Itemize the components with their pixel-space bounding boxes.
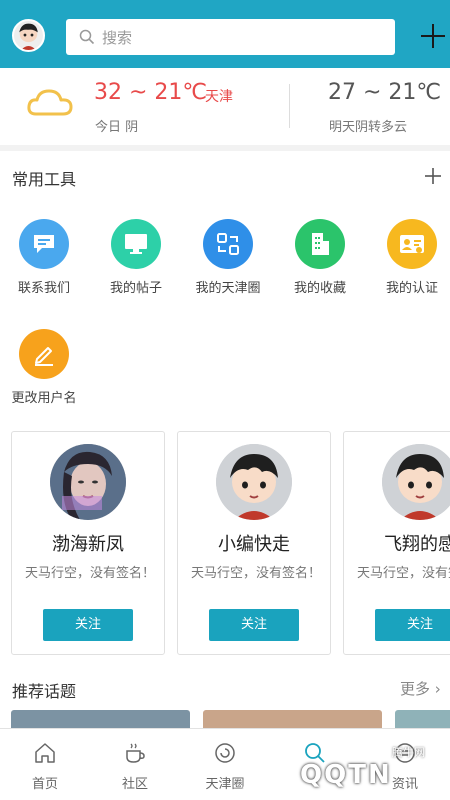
weather-panel[interactable]: 32 ~ 21℃ 天津 今日 阴 27 ~ 21℃ 明天阴转多云 [0,68,450,145]
city-label: 天津 [205,89,233,105]
recommended-users: 渤海新凤 天马行空，没有签名！ 关注 小编快走 天马行空，没有签名！ 关注 飞翔… [0,422,450,668]
topics-title: 推荐话题 [12,682,77,701]
tool-label: 我的帖子 [109,281,162,296]
tools-title: 常用工具 [12,170,77,189]
add-plus-icon[interactable] [418,21,448,51]
refresh-circle-icon [215,743,235,763]
follow-button[interactable]: 关注 [43,609,133,641]
watermark-small: 腾牛网 [392,746,425,759]
topic-thumbnail[interactable] [395,710,450,728]
tomorrow-temperature: 27 ~ 21℃ [328,80,442,105]
user-signature: 天马行空，没有签名！ [357,566,450,581]
cup-icon [126,743,145,763]
user-avatar[interactable] [12,19,45,52]
user-card[interactable]: 渤海新凤 天马行空，没有签名！ 关注 [11,431,165,655]
nav-label: 社区 [121,777,148,792]
tool-label: 我的认证 [385,281,438,296]
topic-thumbnail[interactable] [203,710,382,728]
circle-refresh-icon [203,219,253,269]
chevron-right-icon: › [430,680,441,698]
recommended-topics: 推荐话题 更多 › [0,668,450,728]
nav-community[interactable]: 社区 [90,729,180,800]
user-signature: 天马行空，没有签名！ [191,566,322,581]
watermark-text: QQTN [300,760,392,790]
more-label: 更多 [400,680,431,698]
pencil-icon [19,329,69,379]
topics-more-link[interactable]: 更多 › [400,678,441,699]
nav-label: 首页 [31,777,58,792]
cloud-icon [27,89,73,116]
chat-icon [19,219,69,269]
nav-home[interactable]: 首页 [0,729,90,800]
today-weather-label: 今日 阴 [95,120,139,135]
tool-label: 联系我们 [17,281,70,296]
tool-change-username[interactable]: 更改用户名 [2,329,86,429]
common-tools-section: 常用工具 联系我们 我的帖子 我的天津圈 我的收藏 我的认证 更改用户名 [0,151,450,422]
tools-add-icon[interactable] [424,167,442,185]
weather-divider [289,84,290,128]
user-card[interactable]: 小编快走 天马行空，没有签名！ 关注 [177,431,331,655]
tool-label: 我的收藏 [293,281,346,296]
tool-my-favorites[interactable]: 我的收藏 [278,219,362,319]
cartoon-avatar [216,444,292,520]
follow-button[interactable]: 关注 [375,609,450,641]
follow-button[interactable]: 关注 [209,609,299,641]
cartoon-avatar-icon [14,21,43,50]
user-name: 小编快走 [218,534,290,555]
tool-label: 更改用户名 [11,391,77,406]
home-icon [35,743,55,763]
tool-contact-us[interactable]: 联系我们 [2,219,86,319]
search-icon [79,29,95,45]
monitor-icon [111,219,161,269]
photo-avatar [50,444,126,520]
topic-thumbnail[interactable] [11,710,190,728]
cartoon-avatar [382,444,450,520]
today-temperature: 32 ~ 21℃ [94,80,208,105]
tool-my-tianjin-circle[interactable]: 我的天津圈 [186,219,270,319]
id-card-icon [387,219,437,269]
tool-label: 我的天津圈 [195,281,261,296]
building-icon [295,219,345,269]
tool-my-posts[interactable]: 我的帖子 [94,219,178,319]
user-card[interactable]: 飞翔的感 天马行空，没有签名！ 关注 [343,431,450,655]
user-name: 飞翔的感 [384,534,450,555]
user-signature: 天马行空，没有签名！ [25,566,156,581]
top-bar: 搜索 [0,0,450,68]
search-placeholder: 搜索 [102,29,133,47]
tomorrow-weather-label: 明天阴转多云 [329,120,408,135]
user-name: 渤海新凤 [52,534,124,555]
tool-my-verification[interactable]: 我的认证 [370,219,450,319]
search-bar[interactable]: 搜索 [66,19,395,55]
